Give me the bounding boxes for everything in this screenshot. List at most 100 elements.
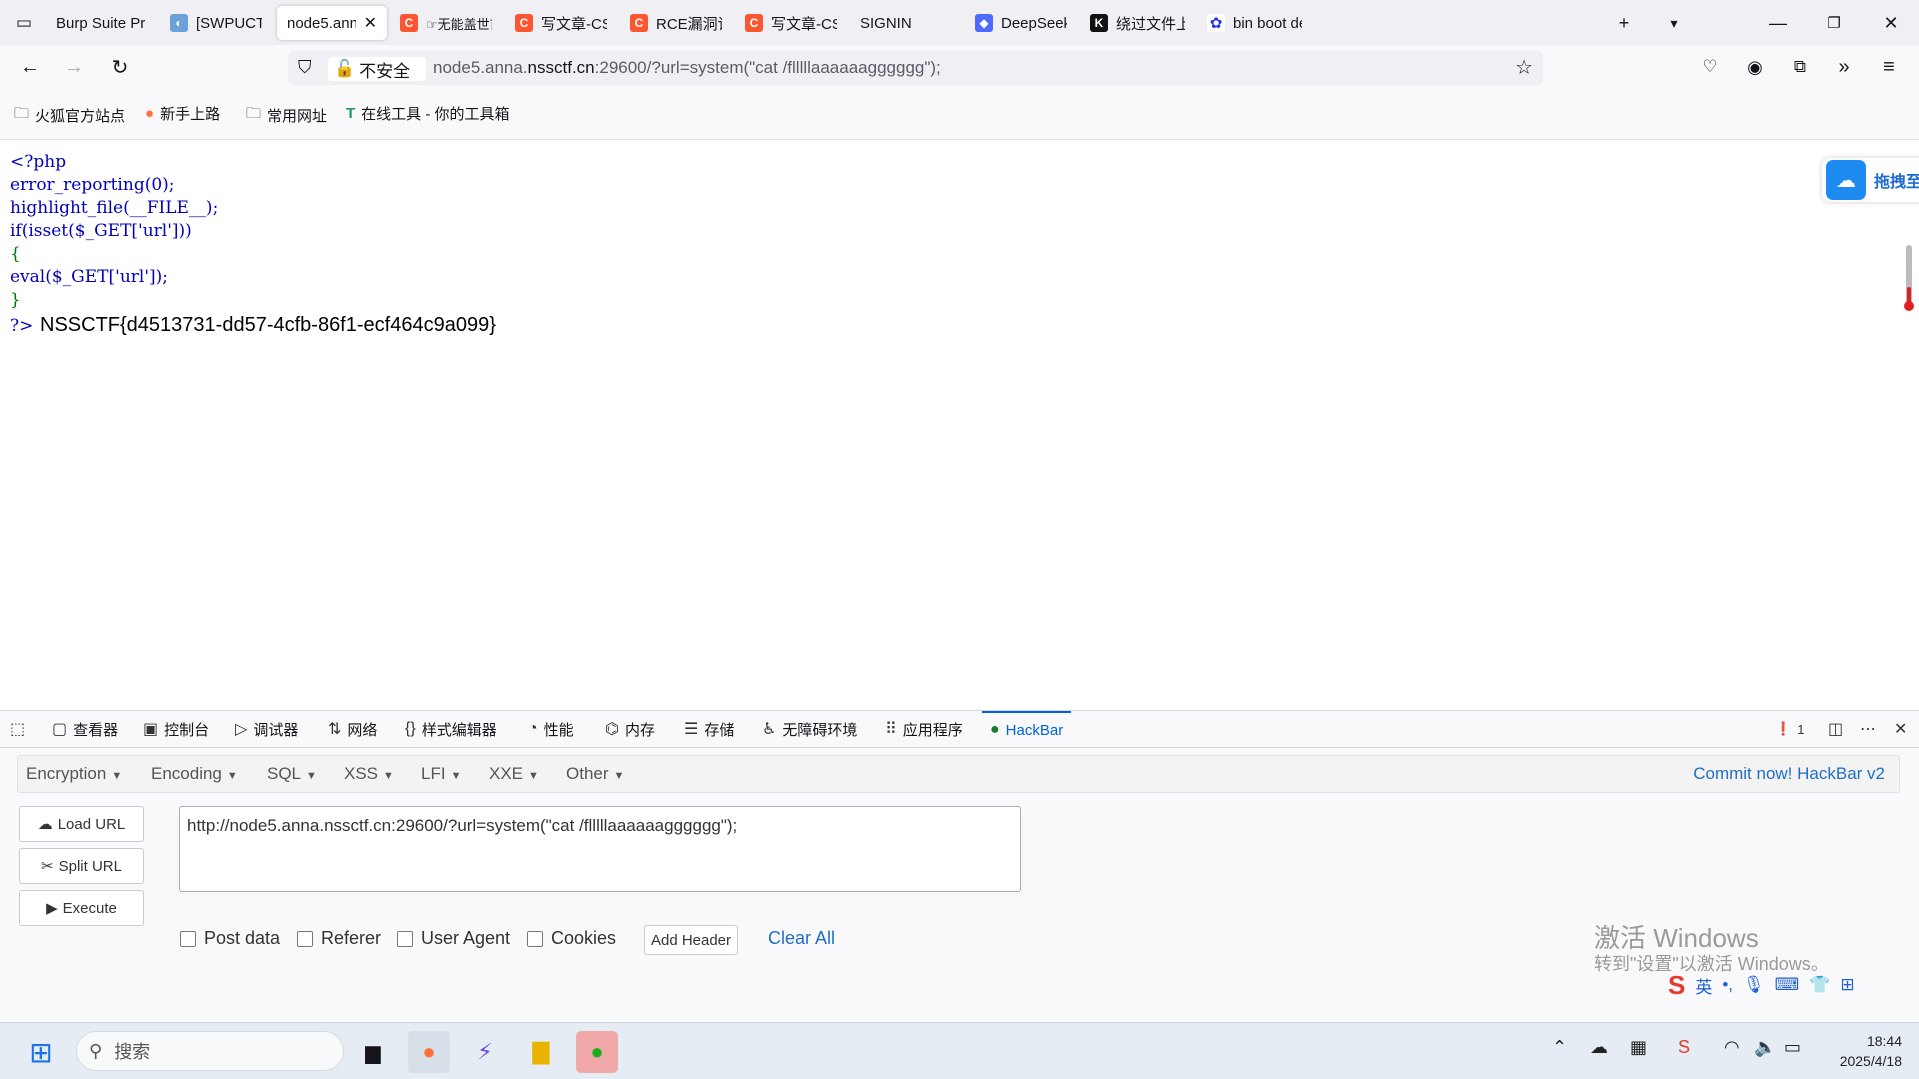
cloud-icon: ☁ — [1826, 160, 1866, 200]
tab-performance[interactable]: ◔ 性能 — [528, 711, 574, 747]
hackbar-panel: Encryption ▼ Encoding ▼ SQL ▼ XSS ▼ LFI ▼ XXE… — [0, 748, 1919, 1022]
tab-style-editor[interactable]: {} 样式编辑器 — [405, 711, 497, 747]
tab-deepseek[interactable]: ◆ DeepSeek - — [965, 6, 1077, 40]
menu-xxe[interactable]: XXE ▼ — [489, 764, 539, 784]
split-url-button[interactable]: ✂ Split URL — [19, 848, 144, 884]
reload-icon[interactable]: ↻ — [104, 51, 136, 83]
app-taskbar-icon[interactable]: ⚡ — [464, 1031, 506, 1073]
ime-toolbar[interactable]: S 英 •, 🎙 ⌨ 👕 ⊞ — [1668, 970, 1919, 1000]
close-devtools-icon[interactable]: ✕ — [1894, 711, 1907, 747]
tab-node5[interactable]: node5.anna.n ✕ — [277, 6, 387, 40]
address-bar[interactable]: ⛉ 🔓 不安全 node5.anna.nssctf.cn:29600/?url=… — [288, 51, 1543, 85]
wifi-icon[interactable]: ◠ — [1724, 1037, 1740, 1058]
task-view-icon[interactable]: ▆ — [352, 1031, 394, 1073]
security-indicator[interactable]: 🔓 不安全 — [328, 57, 426, 81]
tab-console[interactable]: ▣ 控制台 — [143, 711, 209, 747]
battery-icon[interactable]: ▭ — [1784, 1037, 1801, 1058]
tab-burp[interactable]: Burp Suite Profe — [46, 6, 156, 40]
firefox-taskbar-icon[interactable]: ● — [408, 1031, 450, 1073]
tab-strip: ▭ Burp Suite Profe ◐ [SWPUCTF 2 node5.an… — [0, 0, 1919, 45]
kimi-icon: K — [1090, 14, 1108, 32]
hamburger-menu-icon[interactable]: ≡ — [1873, 51, 1905, 83]
menu-sql[interactable]: SQL ▼ — [267, 764, 317, 784]
close-window-icon[interactable]: ✕ — [1876, 8, 1906, 38]
url-textarea[interactable]: http://node5.anna.nssctf.cn:29600/?url=s… — [179, 806, 1021, 892]
caret-down-icon: ▼ — [306, 770, 317, 782]
tab-baidu[interactable]: ✿ bin boot de — [1197, 6, 1312, 40]
baidu-netdisk-widget[interactable]: ☁ 拖拽至 — [1822, 158, 1919, 202]
element-picker-icon[interactable]: ⬚ — [10, 711, 25, 747]
tab-application[interactable]: ⠿ 应用程序 — [885, 711, 963, 747]
bookmark-getting-started[interactable]: ● 新手上路 — [145, 103, 220, 124]
menu-lfi[interactable]: LFI ▼ — [421, 764, 461, 784]
file-explorer-icon[interactable]: ▇ — [520, 1031, 562, 1073]
tab-csdn-3[interactable]: C RCE漏洞详解 — [620, 6, 732, 40]
tab-csdn-2[interactable]: C 写文章-CSDN — [505, 6, 617, 40]
tab-debugger[interactable]: ▷ 调试器 — [235, 711, 298, 747]
close-tab-icon[interactable]: ✕ — [364, 13, 377, 33]
new-tab-icon[interactable]: + — [1609, 8, 1639, 38]
style-editor-icon: {} — [405, 720, 416, 737]
post-data-checkbox[interactable]: Post data — [180, 928, 280, 949]
shield-icon[interactable]: ⛉ — [298, 57, 312, 78]
bookmark-firefox-official[interactable]: 🗀 火狐官方站点 — [14, 103, 125, 128]
user-agent-checkbox[interactable]: User Agent — [397, 928, 510, 949]
tab-network[interactable]: ⇅ 网络 — [328, 711, 377, 747]
windows-start-icon[interactable]: ⊞ — [20, 1031, 62, 1073]
more-options-icon[interactable]: ⋯ — [1860, 711, 1876, 747]
tab-accessibility[interactable]: ♿ 无障碍环境 — [762, 711, 857, 747]
tab-hackbar[interactable]: ● HackBar — [982, 711, 1072, 747]
load-url-button[interactable]: ☁ Load URL — [19, 806, 144, 842]
wechat-icon[interactable]: ● — [576, 1031, 618, 1073]
tab-csdn-1[interactable]: C ☞无能盖世首 — [390, 6, 502, 40]
restore-icon[interactable]: ❐ — [1819, 8, 1849, 38]
tab-kimi[interactable]: K 绕过文件上传 — [1080, 6, 1195, 40]
dock-icon[interactable]: ◫ — [1828, 711, 1843, 747]
chevron-down-icon[interactable]: ▾ — [1659, 8, 1689, 38]
tab-swpuctf[interactable]: ◐ [SWPUCTF 2 — [160, 6, 272, 40]
tab-signin[interactable]: SIGNIN — [850, 6, 962, 40]
bookmark-star-icon[interactable]: ☆ — [1515, 55, 1533, 80]
onedrive-icon[interactable]: ☁ — [1590, 1037, 1608, 1058]
add-header-button[interactable]: Add Header — [644, 925, 738, 955]
clear-all-link[interactable]: Clear All — [768, 928, 835, 949]
extensions-icon[interactable]: ⧉ — [1784, 51, 1816, 83]
url-text[interactable]: node5.anna.nssctf.cn:29600/?url=system("… — [433, 58, 941, 78]
csdn-icon: C — [745, 14, 763, 32]
menu-encoding[interactable]: Encoding ▼ — [151, 764, 238, 784]
referer-checkbox[interactable]: Referer — [297, 928, 381, 949]
tray-app-icon[interactable]: ▦ — [1630, 1037, 1647, 1058]
system-clock[interactable]: 18:44 2025/4/18 — [1822, 1031, 1902, 1071]
tab-csdn-4[interactable]: C 写文章-CSDN — [735, 6, 847, 40]
tab-memory[interactable]: ⌬ 内存 — [605, 711, 655, 747]
tab-storage[interactable]: ☰ 存储 — [684, 711, 734, 747]
minimize-icon[interactable]: — — [1763, 8, 1793, 38]
tab-list-icon[interactable]: ▭ — [8, 7, 40, 39]
pocket-icon[interactable]: ♡ — [1694, 51, 1726, 83]
tab-inspector[interactable]: ▢ 查看器 — [52, 711, 118, 747]
bookmark-common-sites[interactable]: 🗀 常用网址 — [246, 103, 327, 128]
forward-icon[interactable]: → — [58, 51, 90, 83]
error-counter[interactable]: ❗ 1 — [1775, 711, 1804, 747]
commit-link[interactable]: Commit now! HackBar v2 — [1693, 764, 1885, 784]
account-icon[interactable]: ◉ — [1739, 51, 1771, 83]
overflow-menu-icon[interactable]: » — [1828, 51, 1860, 83]
menu-encryption[interactable]: Encryption ▼ — [26, 764, 122, 784]
devtools-toolbar: ⬚ ▢ 查看器 ▣ 控制台 ▷ 调试器 ⇅ 网络 {} 样式编辑器 ◔ 性能 ⌬ 内存 ☰ 存储… — [0, 710, 1919, 748]
menu-other[interactable]: Other ▼ — [566, 764, 624, 784]
nssctf-icon: ◐ — [170, 14, 188, 32]
back-icon[interactable]: ← — [14, 51, 46, 83]
tools-icon: T — [346, 105, 356, 122]
inspector-icon: ▢ — [52, 721, 68, 738]
taskbar-search[interactable]: ⚲ 搜索 — [76, 1031, 344, 1071]
application-icon: ⠿ — [885, 721, 897, 738]
volume-icon[interactable]: 🔈 — [1754, 1037, 1776, 1058]
thermometer-widget[interactable] — [1904, 245, 1914, 311]
menu-xss[interactable]: XSS ▼ — [344, 764, 394, 784]
cookies-checkbox[interactable]: Cookies — [527, 928, 616, 949]
caret-down-icon: ▼ — [450, 770, 462, 782]
bookmark-online-tools[interactable]: T 在线工具 - 你的工具箱 — [346, 103, 510, 124]
tray-expand-icon[interactable]: ⌃ — [1552, 1037, 1567, 1058]
execute-button[interactable]: ▶ Execute — [19, 890, 144, 926]
sogou-tray-icon[interactable]: S — [1678, 1037, 1690, 1058]
